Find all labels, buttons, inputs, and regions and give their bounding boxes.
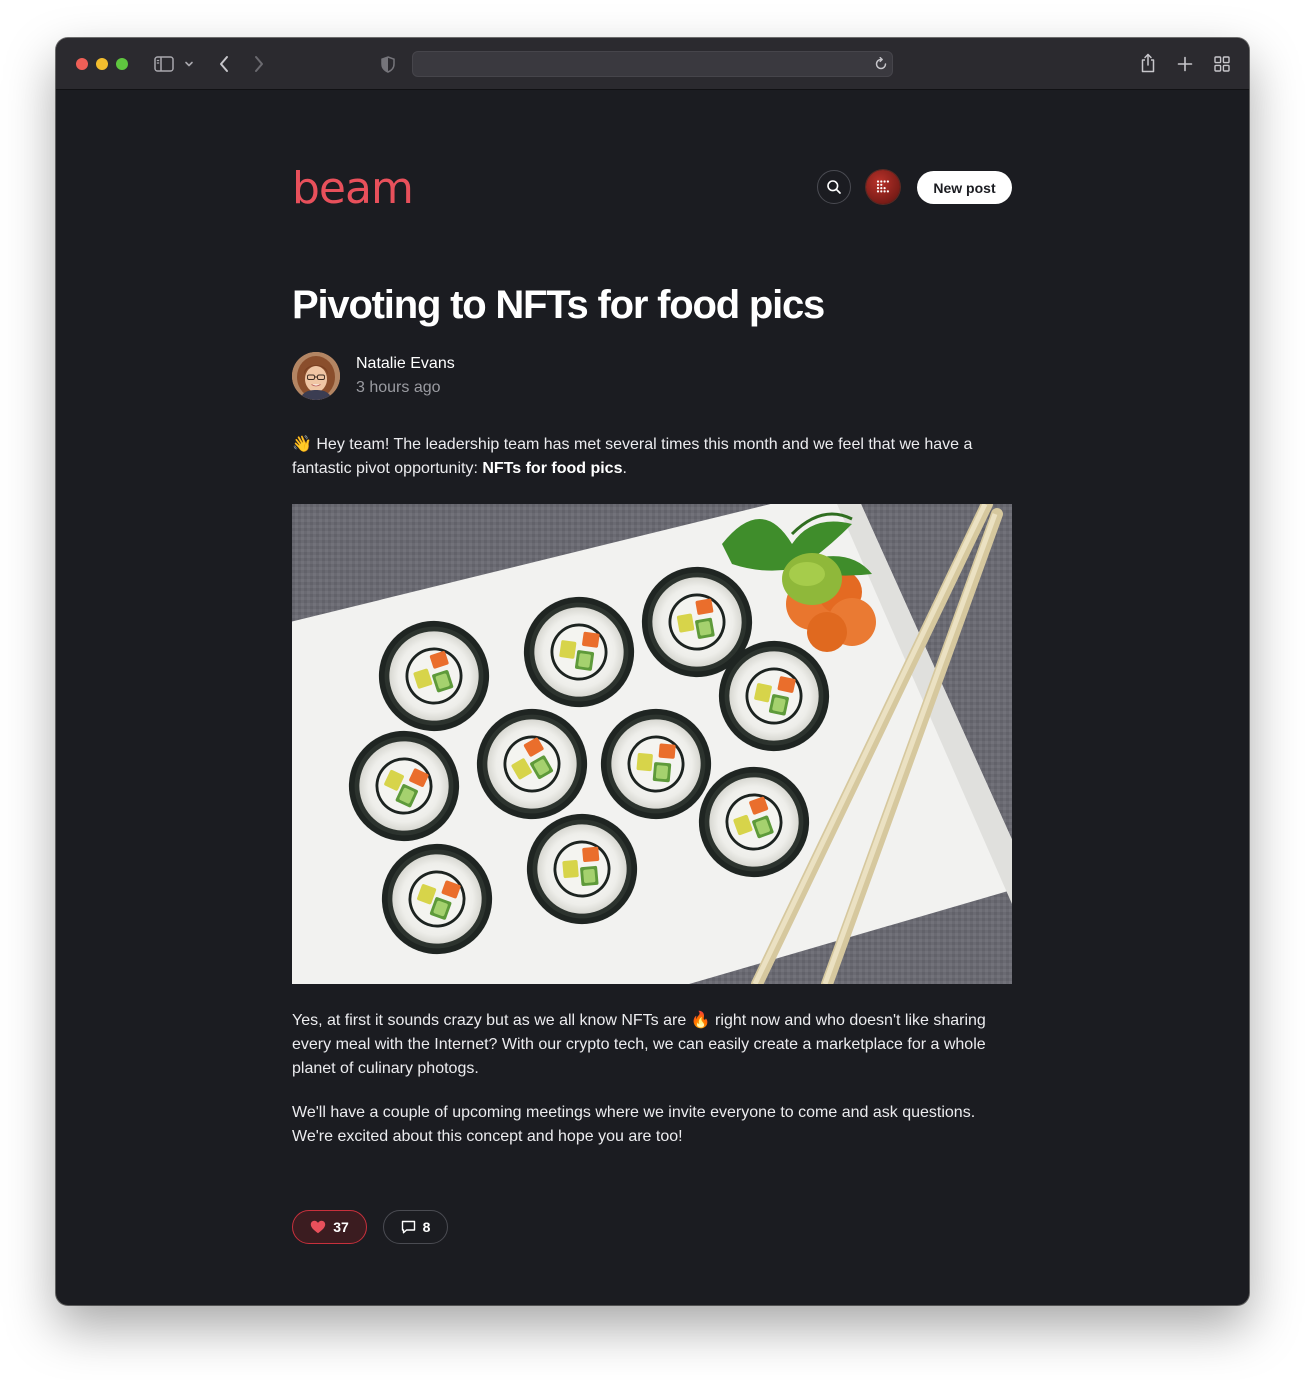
highlighted-phrase: NFTs for food pics [482, 460, 623, 477]
post-image-sushi[interactable] [292, 504, 1012, 984]
comment-icon [401, 1220, 416, 1234]
like-count: 37 [333, 1219, 349, 1235]
post-timestamp: 3 hours ago [356, 379, 441, 396]
organization-avatar[interactable] [866, 170, 900, 204]
zoom-window-button[interactable] [116, 58, 128, 70]
share-icon[interactable] [1138, 51, 1158, 75]
browser-toolbar [56, 38, 1249, 90]
org-logo-icon [875, 179, 891, 195]
reload-icon[interactable] [873, 56, 889, 72]
new-post-button[interactable]: New post [917, 171, 1012, 204]
like-button[interactable]: 37 [292, 1210, 367, 1244]
tab-overview-icon[interactable] [1212, 54, 1232, 74]
forward-icon[interactable] [251, 53, 267, 75]
plus-icon[interactable] [1175, 54, 1195, 74]
heart-icon [310, 1220, 326, 1234]
post-body-paragraph-1: Yes, at first it sounds crazy but as we … [292, 1012, 986, 1077]
author-avatar[interactable] [292, 352, 340, 400]
address-bar[interactable] [412, 51, 893, 77]
search-icon [826, 179, 842, 195]
post-intro-paragraph: 👋 Hey team! The leadership team has met … [292, 436, 973, 477]
browser-window: beam New post Pivoting to NFTs for food … [56, 38, 1249, 1305]
chevron-down-icon[interactable] [183, 57, 195, 71]
minimize-window-button[interactable] [96, 58, 108, 70]
page-content: beam New post Pivoting to NFTs for food … [56, 91, 1249, 1305]
waving-hand-emoji: 👋 [292, 436, 312, 453]
author-name[interactable]: Natalie Evans [356, 354, 455, 374]
comment-button[interactable]: 8 [383, 1210, 448, 1244]
sidebar-icon[interactable] [153, 54, 175, 74]
beam-logo[interactable]: beam [292, 165, 414, 213]
close-window-button[interactable] [76, 58, 88, 70]
back-icon[interactable] [216, 53, 232, 75]
search-button[interactable] [817, 170, 851, 204]
shield-icon[interactable] [379, 54, 397, 74]
comment-count: 8 [422, 1219, 431, 1235]
post-body-paragraph-2: We'll have a couple of upcoming meetings… [292, 1104, 976, 1145]
post-title: Pivoting to NFTs for food pics [292, 283, 825, 327]
fire-emoji: 🔥 [690, 1012, 711, 1029]
